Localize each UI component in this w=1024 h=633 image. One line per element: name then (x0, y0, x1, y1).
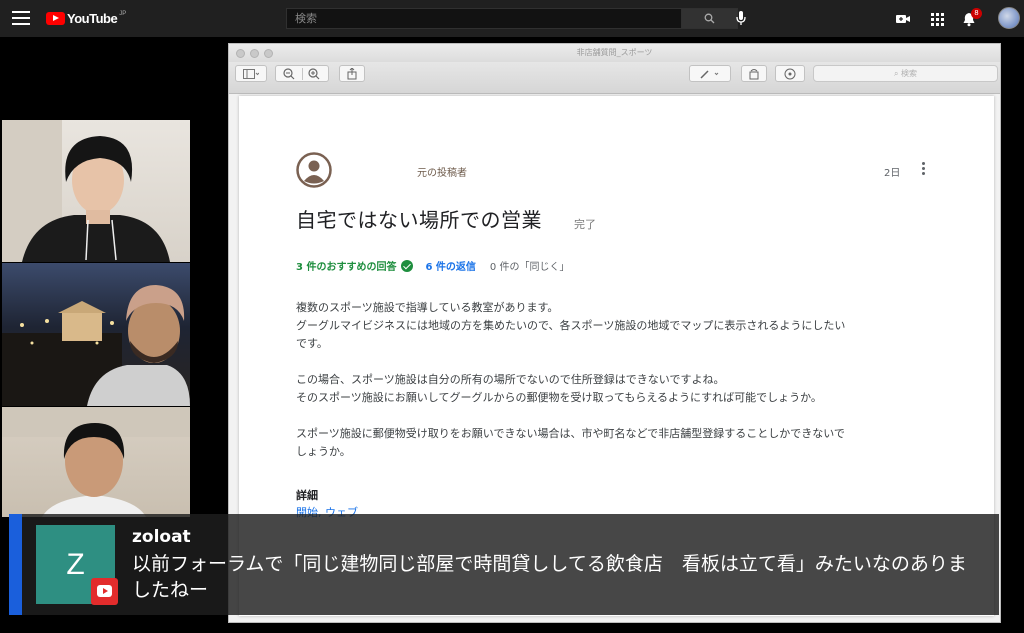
details-heading: 詳細 (296, 489, 318, 502)
webcam-participant-2 (2, 263, 190, 406)
chat-message-line-2: したねー (132, 579, 209, 601)
search-button[interactable] (681, 8, 738, 29)
create-video-icon[interactable] (895, 11, 911, 27)
participant-2-image (2, 285, 190, 406)
overlay-accent-bar (9, 514, 22, 615)
chat-message-line-1: 以前フォーラムで「同じ建物同じ部屋で時間貸ししてる飲食店 看板は立て看」みたいな… (132, 553, 967, 575)
share-icon (347, 67, 357, 79)
participant-3-image (2, 407, 190, 517)
youtube-play-icon (46, 12, 65, 25)
more-options-icon[interactable] (920, 162, 926, 178)
zoom-controls (275, 65, 329, 82)
preview-toolbar: ⌕ 検索 (229, 62, 1000, 94)
preview-search-field[interactable]: ⌕ 検索 (813, 65, 998, 82)
post-body-line: 複数のスポーツ施設で指導している教室があります。 (296, 301, 559, 314)
rotate-icon (749, 68, 759, 79)
window-title: 非店舗質問_スポーツ (576, 48, 653, 57)
post-title: 自宅ではない場所での営業 (296, 208, 542, 232)
search-input[interactable] (286, 8, 682, 29)
preview-search-icon: ⌕ (893, 69, 902, 78)
user-avatar-icon[interactable] (296, 152, 332, 188)
post-body-line: そのスポーツ施設にお願いしてグーグルからの郵便物を受け取ってもらえるようにすれば… (296, 391, 822, 404)
post-body-line: グーグルマイビジネスには地域の方を集めたいので、各スポーツ施設の地域でマップに表… (296, 319, 846, 332)
recommended-answers-link[interactable]: 3 件のおすすめの回答 (296, 258, 396, 273)
post-body-line: です。 (296, 337, 328, 350)
rotate-button[interactable] (741, 65, 767, 82)
pen-icon (700, 69, 719, 79)
post-body-line: スポーツ施設に郵便物受け取りをお願いできない場合は、市や町名などで非店舗型登録す… (296, 427, 845, 440)
check-icon (401, 259, 414, 272)
post-body-line: しょうか。 (296, 445, 351, 458)
post-body-line: この場合、スポーツ施設は自分の所有の場所でないので住所登録はできないですよね。 (296, 373, 725, 386)
chat-username: zoloat (132, 527, 191, 547)
replies-link[interactable]: 6 件の返信 (425, 258, 475, 273)
post-age: 2日 (884, 168, 901, 179)
sidebar-icon (243, 68, 259, 79)
menu-icon[interactable] (12, 11, 30, 25)
zoom-out-icon[interactable] (282, 67, 297, 80)
webcam-participant-1 (2, 120, 190, 262)
youtube-logo[interactable]: YouTube JP (46, 11, 126, 26)
mic-icon[interactable] (736, 11, 746, 26)
account-avatar[interactable] (998, 7, 1020, 29)
post-status: 完了 (574, 218, 596, 231)
youtube-region: JP (119, 10, 127, 17)
live-chat-overlay: Z zoloat 以前フォーラムで「同じ建物同じ部屋で時間貸ししてる飲食店 看板… (9, 514, 999, 615)
share-button[interactable] (339, 65, 365, 82)
annotate-icon (784, 68, 796, 79)
youtube-logo-text: YouTube (67, 11, 118, 26)
apps-icon[interactable] (929, 11, 945, 27)
webcam-participant-3 (2, 407, 190, 517)
notification-badge: 8 (971, 8, 982, 19)
sidebar-toggle-button[interactable] (235, 65, 267, 82)
post-stats: 3 件のおすすめの回答 6 件の返信 0 件の「同じく」 (296, 258, 569, 273)
markup-button[interactable] (689, 65, 731, 82)
participant-1-image (2, 120, 170, 262)
same-count: 0 件の「同じく」 (489, 262, 570, 273)
youtube-badge-icon (91, 578, 118, 605)
search-icon (704, 13, 715, 24)
annotate-button[interactable] (775, 65, 805, 82)
chat-message: 以前フォーラムで「同じ建物同じ部屋で時間貸ししてる飲食店 看板は立て看」みたいな… (132, 551, 997, 603)
window-titlebar: 非店舗質問_スポーツ (229, 44, 1000, 62)
original-poster-label: 元の投稿者 (417, 168, 467, 179)
zoom-in-icon[interactable] (307, 67, 322, 80)
preview-search-placeholder: 検索 (901, 69, 918, 78)
youtube-header: YouTube JP 8 (0, 0, 1024, 37)
